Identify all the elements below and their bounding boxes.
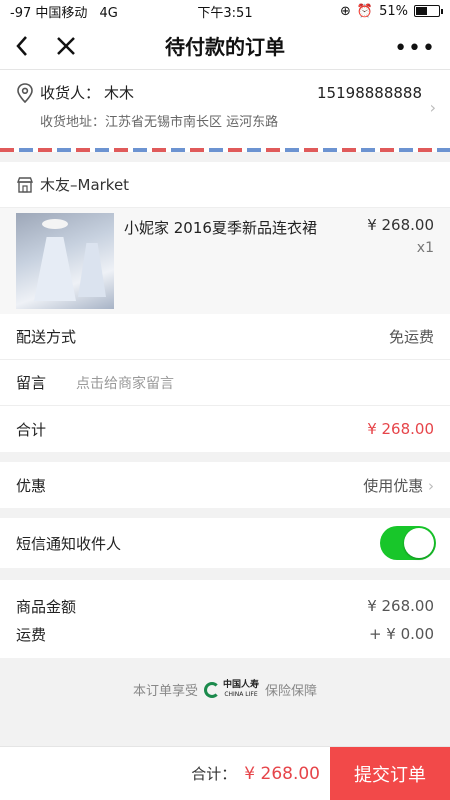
- close-icon: [57, 36, 75, 55]
- back-button[interactable]: [0, 22, 44, 70]
- bottom-total: 合计： ¥ 268.00: [0, 763, 330, 784]
- sms-toggle[interactable]: [380, 526, 436, 560]
- delivery-row: 配送方式 免运费: [0, 314, 450, 360]
- shop-header[interactable]: 木友–Market: [0, 162, 450, 208]
- product-title: 小妮家 2016夏季新品连衣裙: [124, 219, 317, 237]
- bottom-total-value: ¥ 268.00: [244, 764, 320, 784]
- delivery-value: 免运费: [388, 328, 434, 346]
- address-label: 收货地址：: [40, 115, 106, 130]
- message-input[interactable]: 点击给商家留言: [76, 373, 174, 393]
- subtotal-row: 合计 ¥ 268.00: [0, 406, 450, 452]
- status-right: ⊕ ⏰ 51%: [340, 3, 443, 19]
- message-row: 留言 点击给商家留言: [0, 360, 450, 406]
- product-quantity: x1: [416, 240, 434, 256]
- recipient-label: 收货人：: [40, 84, 101, 102]
- price-summary: 商品金额 ¥ 268.00 运费 + ¥ 0.00: [0, 580, 450, 658]
- chevron-right-icon: ›: [429, 98, 436, 117]
- chevron-left-icon: [16, 35, 27, 56]
- signal-carrier: -97 中国移动: [10, 5, 88, 21]
- bottom-total-label: 合计：: [191, 765, 237, 783]
- goods-amount-row: 商品金额 ¥ 268.00: [16, 592, 434, 620]
- goods-amount-value: ¥ 268.00: [367, 597, 434, 615]
- use-discount-text: 使用优惠: [363, 476, 424, 495]
- product-price: ¥ 268.00: [367, 216, 434, 234]
- discount-label: 优惠: [16, 476, 47, 495]
- toggle-knob: [404, 528, 434, 558]
- chevron-right-icon: ›: [428, 476, 434, 495]
- location-pin-icon: [17, 82, 33, 103]
- address-line: 收货地址：江苏省无锡市南长区 运河东路: [40, 111, 434, 130]
- subtotal-value: ¥ 268.00: [367, 420, 434, 438]
- product-item[interactable]: 小妮家 2016夏季新品连衣裙 ¥ 268.00 x1: [0, 208, 450, 314]
- shipping-row: 运费 + ¥ 0.00: [16, 620, 434, 648]
- shop-name: 木友–Market: [40, 176, 130, 194]
- goods-amount-label: 商品金额: [16, 597, 77, 616]
- insurance-prefix: 本订单享受: [132, 684, 198, 699]
- status-bar: -97 中国移动 4G 下午3:51 ⊕ ⏰ 51%: [0, 0, 450, 22]
- carrier-info: -97 中国移动 4G: [10, 2, 118, 21]
- sms-label: 短信通知收件人: [16, 534, 122, 553]
- shop-icon: [16, 176, 34, 193]
- message-label: 留言: [16, 374, 47, 392]
- insurance-suffix: 保险保障: [265, 684, 318, 699]
- china-life-icon: [203, 681, 220, 698]
- envelope-stripe: [0, 148, 450, 152]
- discount-value: 使用优惠 ›: [363, 475, 434, 496]
- china-life-logo: 中国人寿 CHINA LIFE: [203, 679, 259, 699]
- rotation-lock-icon: ⊕: [340, 3, 351, 19]
- insurance-note: 本订单享受 中国人寿 CHINA LIFE 保险保障: [0, 680, 450, 699]
- more-button[interactable]: •••: [394, 36, 436, 61]
- alarm-icon: ⏰: [356, 3, 374, 19]
- sms-card: 短信通知收件人: [0, 518, 450, 568]
- sms-row: 短信通知收件人: [0, 518, 450, 568]
- address-section[interactable]: 收货人： 木木 15198888888 收货地址：江苏省无锡市南长区 运河东路 …: [0, 70, 450, 148]
- discount-card: 优惠 使用优惠 ›: [0, 462, 450, 508]
- network-type: 4G: [99, 5, 118, 21]
- product-thumbnail: [16, 213, 114, 309]
- shipping-label: 运费: [16, 625, 47, 644]
- logo-cn: 中国人寿: [222, 679, 259, 690]
- address-value: 江苏省无锡市南长区 运河东路: [105, 115, 279, 130]
- recipient-name: 木木: [104, 84, 135, 102]
- battery-percent: 51%: [379, 3, 408, 19]
- order-card: 木友–Market 小妮家 2016夏季新品连衣裙 ¥ 268.00 x1 配送…: [0, 162, 450, 452]
- shipping-value: + ¥ 0.00: [368, 625, 434, 643]
- recipient-phone: 15198888888: [317, 84, 422, 102]
- nav-bar: 待付款的订单 •••: [0, 22, 450, 70]
- bottom-bar: 合计： ¥ 268.00 提交订单: [0, 746, 450, 800]
- logo-en: CHINA LIFE: [224, 690, 258, 698]
- subtotal-label: 合计: [16, 420, 47, 439]
- delivery-label: 配送方式: [16, 328, 77, 346]
- submit-order-button[interactable]: 提交订单: [330, 746, 450, 800]
- battery-icon: [414, 5, 443, 17]
- close-button[interactable]: [44, 22, 88, 70]
- discount-row[interactable]: 优惠 使用优惠 ›: [0, 462, 450, 508]
